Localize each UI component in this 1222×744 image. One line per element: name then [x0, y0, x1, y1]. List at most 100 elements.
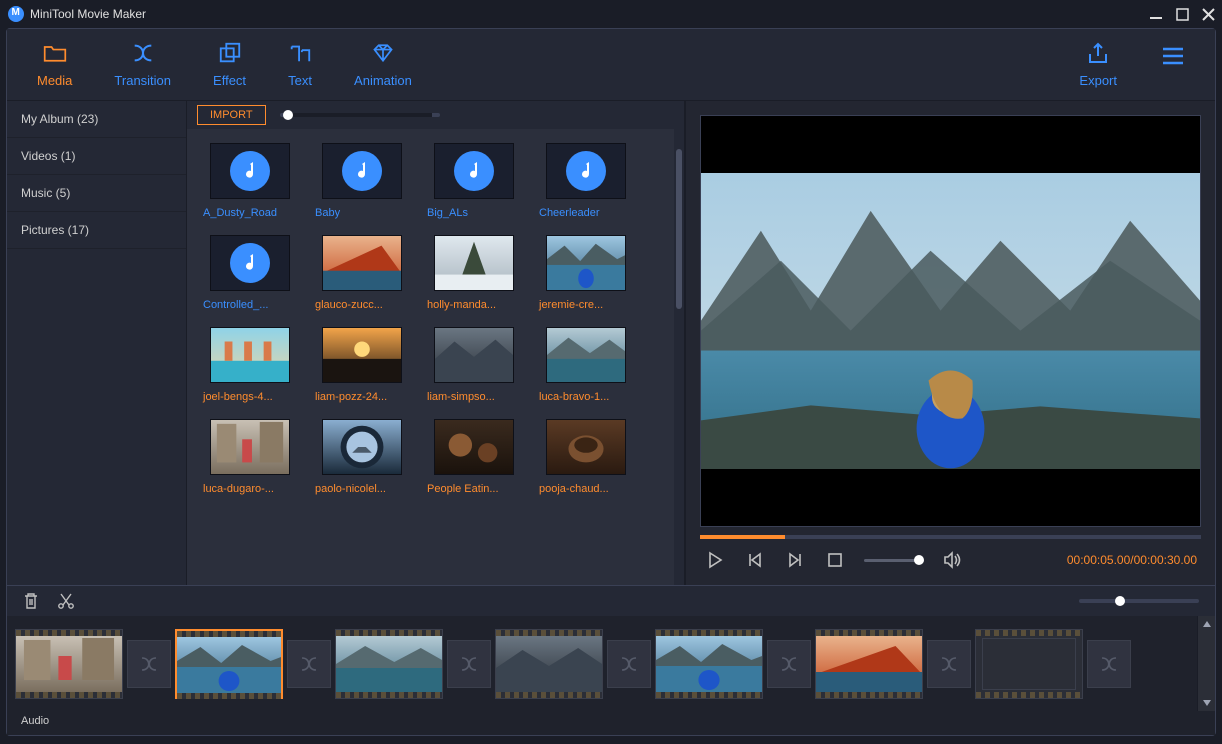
text-icon: [288, 41, 312, 65]
media-item-label: liam-simpso...: [425, 391, 513, 403]
media-item-label: Big_ALs: [425, 207, 513, 219]
media-item[interactable]: liam-pozz-24...: [313, 327, 411, 403]
timeline-clip[interactable]: [15, 629, 123, 699]
media-item-label: joel-bengs-4...: [201, 391, 289, 403]
thumbnail-zoom-slider[interactable]: [280, 113, 440, 117]
media-item[interactable]: Big_ALs: [425, 143, 523, 219]
media-item[interactable]: A_Dusty_Road: [201, 143, 299, 219]
media-item-label: Baby: [313, 207, 401, 219]
media-item-label: holly-manda...: [425, 299, 513, 311]
media-thumbnail: [546, 235, 626, 291]
media-item[interactable]: luca-dugaro-...: [201, 419, 299, 495]
prev-frame-button[interactable]: [744, 549, 766, 571]
media-item[interactable]: pooja-chaud...: [537, 419, 635, 495]
next-frame-button[interactable]: [784, 549, 806, 571]
media-item-label: glauco-zucc...: [313, 299, 401, 311]
media-item-label: liam-pozz-24...: [313, 391, 401, 403]
media-item-label: pooja-chaud...: [537, 483, 625, 495]
media-item[interactable]: paolo-nicolel...: [313, 419, 411, 495]
media-thumbnail: [546, 327, 626, 383]
transition-slot[interactable]: [607, 640, 651, 688]
delete-button[interactable]: [23, 592, 39, 610]
folder-icon: [43, 41, 67, 65]
empty-clip[interactable]: [975, 629, 1083, 699]
timeline-clip[interactable]: [815, 629, 923, 699]
menu-button[interactable]: [1149, 40, 1197, 90]
media-item[interactable]: luca-bravo-1...: [537, 327, 635, 403]
play-button[interactable]: [704, 549, 726, 571]
timeline-clip[interactable]: [175, 629, 283, 699]
media-item[interactable]: Cheerleader: [537, 143, 635, 219]
volume-slider[interactable]: [864, 559, 924, 562]
tab-transition[interactable]: Transition: [102, 37, 183, 92]
media-item-label: luca-bravo-1...: [537, 391, 625, 403]
media-thumbnail: [322, 419, 402, 475]
transition-slot[interactable]: [287, 640, 331, 688]
app-logo: [8, 6, 24, 22]
top-toolbar: Media Transition Effect Text Animation: [7, 29, 1215, 101]
media-thumbnail: [434, 419, 514, 475]
scroll-up-icon[interactable]: [1202, 620, 1212, 628]
media-item-label: Controlled_...: [201, 299, 289, 311]
media-thumbnail: [210, 419, 290, 475]
sidebar-item-music[interactable]: Music (5): [7, 175, 186, 212]
title-bar: MiniTool Movie Maker: [0, 0, 1222, 28]
timeline-panel: Audio: [7, 585, 1215, 735]
tab-text[interactable]: Text: [276, 37, 324, 92]
music-note-icon: [546, 143, 626, 199]
volume-icon[interactable]: [942, 549, 964, 571]
app-title: MiniTool Movie Maker: [30, 7, 1148, 21]
media-scrollbar[interactable]: [674, 129, 684, 585]
transition-slot[interactable]: [1087, 640, 1131, 688]
timecode: 00:00:05.00/00:00:30.00: [1067, 553, 1197, 567]
transition-icon: [131, 41, 155, 65]
media-item[interactable]: People Eatin...: [425, 419, 523, 495]
timeline-clip[interactable]: [655, 629, 763, 699]
timeline-clip[interactable]: [335, 629, 443, 699]
sidebar-item-videos[interactable]: Videos (1): [7, 138, 186, 175]
preview-panel: 00:00:05.00/00:00:30.00: [685, 101, 1215, 585]
transition-slot[interactable]: [127, 640, 171, 688]
media-item[interactable]: glauco-zucc...: [313, 235, 411, 311]
timeline-track[interactable]: [7, 616, 1197, 711]
sidebar-item-pictures[interactable]: Pictures (17): [7, 212, 186, 249]
export-icon: [1086, 41, 1110, 65]
media-item[interactable]: Baby: [313, 143, 411, 219]
maximize-button[interactable]: [1174, 6, 1190, 22]
music-note-icon: [434, 143, 514, 199]
progress-bar[interactable]: [700, 535, 1201, 539]
tab-media[interactable]: Media: [25, 37, 84, 92]
diamond-icon: [371, 41, 395, 65]
sidebar-item-album[interactable]: My Album (23): [7, 101, 186, 138]
split-button[interactable]: [57, 592, 75, 610]
media-item[interactable]: jeremie-cre...: [537, 235, 635, 311]
timeline-vscrollbar[interactable]: [1197, 616, 1215, 711]
minimize-button[interactable]: [1148, 6, 1164, 22]
timeline-zoom-slider[interactable]: [1079, 599, 1199, 603]
stop-button[interactable]: [824, 549, 846, 571]
media-item[interactable]: Controlled_...: [201, 235, 299, 311]
media-item[interactable]: holly-manda...: [425, 235, 523, 311]
preview-video[interactable]: [700, 115, 1201, 527]
scroll-down-icon[interactable]: [1202, 699, 1212, 707]
media-item-label: paolo-nicolel...: [313, 483, 401, 495]
media-item[interactable]: joel-bengs-4...: [201, 327, 299, 403]
timeline-clip[interactable]: [495, 629, 603, 699]
media-panel: IMPORT A_Dusty_Road Baby Big_ALs Cheerleade…: [187, 101, 685, 585]
media-thumbnail: [322, 327, 402, 383]
export-button[interactable]: Export: [1067, 37, 1129, 92]
tab-animation[interactable]: Animation: [342, 37, 424, 92]
duplicate-icon: [218, 41, 242, 65]
music-note-icon: [210, 235, 290, 291]
media-item-label: Cheerleader: [537, 207, 625, 219]
media-item[interactable]: liam-simpso...: [425, 327, 523, 403]
tab-effect[interactable]: Effect: [201, 37, 258, 92]
media-item-label: People Eatin...: [425, 483, 513, 495]
import-button[interactable]: IMPORT: [197, 105, 266, 125]
close-button[interactable]: [1200, 6, 1216, 22]
transition-slot[interactable]: [927, 640, 971, 688]
media-item-label: luca-dugaro-...: [201, 483, 289, 495]
transition-slot[interactable]: [767, 640, 811, 688]
transition-slot[interactable]: [447, 640, 491, 688]
media-thumbnail: [546, 419, 626, 475]
